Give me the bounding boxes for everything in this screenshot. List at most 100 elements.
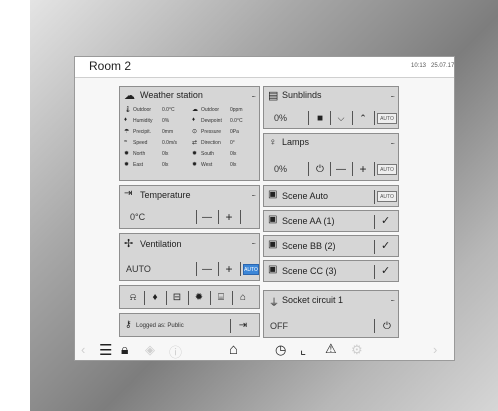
temperature-title: Temperature [140, 190, 191, 200]
scene-auto-button[interactable]: AUTO [377, 191, 397, 202]
weather-reading-value: 0lx [230, 162, 237, 168]
key-icon: ⚷ [125, 319, 132, 329]
weather-reading-label: Humidity [133, 118, 153, 124]
temperature-more-icon[interactable]: ... [251, 189, 256, 198]
divider [352, 162, 353, 176]
weather-reading-value: 0Pa [230, 129, 239, 135]
lamps-auto-button[interactable]: AUTO [377, 164, 397, 175]
plug-icon: ⏚ [269, 298, 279, 309]
divider [210, 291, 211, 305]
weather-reading-label: Outdoor [133, 107, 152, 113]
lamps-tile[interactable]: ♀ Lamps ... 0% ⏻ — + AUTO [263, 133, 399, 181]
divider [144, 291, 145, 305]
chevron-right-icon[interactable]: › [433, 342, 437, 357]
scene-label: Scene CC (3) [282, 266, 337, 276]
weather-more-icon[interactable]: ... [251, 90, 256, 99]
warning-icon[interactable]: ⚠ [325, 341, 337, 357]
blinds-icon: ▤ [268, 90, 279, 102]
weather-reading-value: 0.0m/s [162, 140, 178, 146]
alarm-icon[interactable]: ⍾ [124, 290, 142, 304]
ventilation-minus-button[interactable]: — [198, 262, 216, 276]
ventilation-plus-button[interactable]: + [220, 262, 238, 276]
weather-reading-value: 0lx [230, 151, 237, 157]
ventilation-tile[interactable]: ✢ Ventilation ... AUTO — + AUTO [119, 233, 260, 281]
logout-icon[interactable]: ⇥ [233, 318, 253, 332]
lamps-value: 0% [274, 164, 288, 174]
scene-tile[interactable]: ▣ Scene BB (2) ✓ [263, 235, 399, 257]
weather-station-tile[interactable]: ☁ Weather station ... 🌡︎ Outdoor 0.0°C ☁ Out… [119, 86, 260, 181]
lower-button[interactable]: ⌵ [332, 111, 350, 125]
divider [188, 291, 189, 305]
divider [196, 210, 197, 224]
raise-button[interactable]: ⌃ [354, 111, 372, 125]
lock-icon[interactable]: 🔒︎ [121, 341, 128, 358]
divider [232, 291, 233, 305]
socket-tile[interactable]: ⏚ Socket circuit 1 ... OFF ⏻ [263, 290, 399, 338]
weather-reading-icon: ☁ [192, 107, 198, 113]
divider [218, 262, 219, 276]
weather-reading-icon: ✹ [124, 151, 130, 157]
lamps-plus-button[interactable]: + [354, 162, 372, 176]
login-tile[interactable]: ⚷ Logged as: Public ⇥ [119, 313, 260, 337]
lamps-minus-button[interactable]: — [332, 162, 350, 176]
temperature-minus-button[interactable]: — [198, 210, 216, 224]
weather-icon: ☁ [124, 90, 135, 102]
home-status-icon[interactable]: ⌂ [234, 290, 252, 304]
scene-icon: ▣ [268, 264, 278, 275]
scene-icon: ▣ [268, 189, 278, 200]
stop-button[interactable]: ■ [312, 111, 328, 125]
weather-reading-value: 0% [162, 118, 170, 124]
sunblinds-more-icon[interactable]: ... [390, 90, 395, 99]
water-drop-icon[interactable]: ♦ [146, 290, 164, 304]
temperature-tile[interactable]: ⇥ Temperature ... 0°C — + [119, 185, 260, 229]
room-title: Room 2 [89, 59, 132, 73]
divider [374, 319, 375, 333]
ventilation-more-icon[interactable]: ... [251, 237, 256, 246]
scene-tile[interactable]: ▣ Scene AA (1) ✓ [263, 210, 399, 232]
weather-reading-label: Direction [201, 140, 221, 146]
scene-icon: ▣ [268, 239, 278, 250]
fan-icon: ✢ [124, 238, 134, 250]
divider [196, 262, 197, 276]
weather-reading-label: North [133, 151, 146, 157]
chevron-left-icon[interactable]: ‹ [81, 342, 85, 357]
socket-power-button[interactable]: ⏻ [377, 319, 397, 333]
divider [374, 111, 375, 125]
clock-icon[interactable]: ◷ [275, 342, 286, 358]
weather-reading-value: 0.0°C [162, 107, 175, 113]
weather-reading-icon: ✹ [192, 151, 198, 157]
weather-reading-icon: ♦ [192, 117, 196, 123]
favorites-icon-bar: ⍾ ♦ ⊟ ✹ ⌸ ⌂ [119, 285, 260, 309]
sunblinds-auto-button[interactable]: AUTO [377, 113, 397, 124]
home-icon[interactable]: ⌂ [229, 341, 238, 358]
scene-label: Scene Auto [282, 191, 329, 201]
temperature-plus-button[interactable]: + [220, 210, 238, 224]
window-icon[interactable]: ⊟ [168, 290, 186, 304]
sun-icon[interactable]: ✹ [190, 290, 208, 304]
chart-icon[interactable]: ⌞ [300, 342, 306, 358]
scene-activate-check-icon[interactable]: ✓ [381, 264, 390, 277]
scene-activate-check-icon[interactable]: ✓ [381, 214, 390, 227]
weather-reading-value: 0lx [162, 162, 169, 168]
login-status: Logged as: Public [136, 323, 184, 329]
sunblinds-tile[interactable]: ▤ Sunblinds ... 0% ■ ⌵ ⌃ AUTO [263, 86, 399, 129]
weather-station-title: Weather station [140, 90, 203, 100]
lamps-more-icon[interactable]: ... [390, 137, 395, 146]
scene-tile[interactable]: ▣ Scene Auto AUTO [263, 185, 399, 207]
socket-more-icon[interactable]: ... [390, 294, 395, 303]
weather-reading-icon: ♦ [124, 117, 128, 123]
weather-reading-label: East [133, 162, 144, 168]
scene-tile[interactable]: ▣ Scene CC (3) ✓ [263, 260, 399, 282]
menu-icon[interactable]: ☰ [99, 341, 112, 359]
ventilation-auto-button[interactable]: AUTO [243, 264, 259, 275]
divider [240, 210, 241, 224]
divider [230, 319, 231, 333]
weather-reading-icon: ⊙ [192, 129, 198, 135]
lamps-title: Lamps [282, 137, 310, 147]
power-button[interactable]: ⏻ [312, 162, 328, 176]
scene-label: Scene BB (2) [282, 241, 336, 251]
weather-reading-icon: ☂ [124, 129, 130, 135]
scene-activate-check-icon[interactable]: ✓ [381, 239, 390, 252]
weather-reading-label: Precipit. [133, 129, 152, 135]
door-icon[interactable]: ⌸ [212, 290, 230, 304]
